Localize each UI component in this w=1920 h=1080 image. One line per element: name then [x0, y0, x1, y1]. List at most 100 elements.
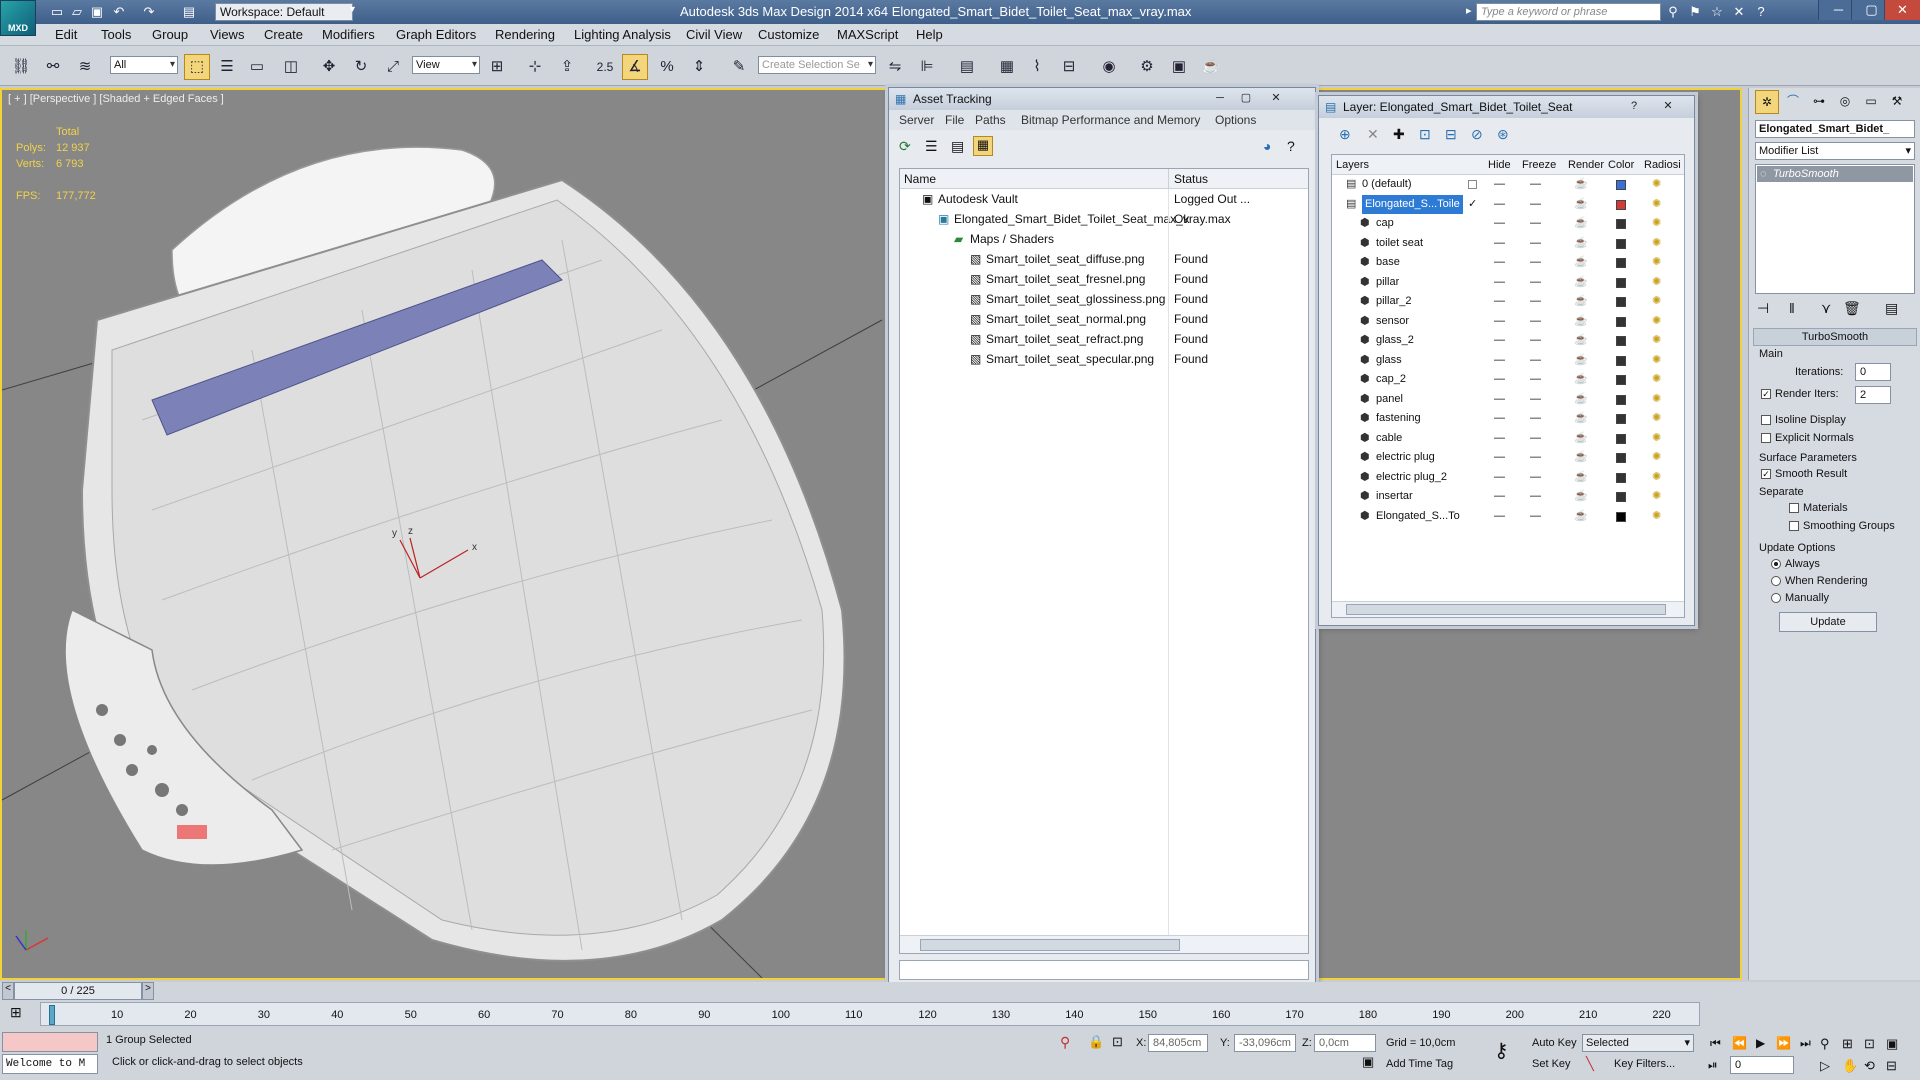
close-icon[interactable]: ✕	[1265, 90, 1287, 107]
reference-coordinate-dropdown[interactable]: View	[412, 56, 480, 74]
pan-view-icon[interactable]: ✋	[1842, 1058, 1858, 1074]
checkbox-icon[interactable]	[1789, 521, 1799, 532]
track-bar[interactable]: 10 20 30 40 50 60 70 80 90 100 110 120 130 140 150 160 1…	[40, 1002, 1700, 1026]
menu-lighting-analysis[interactable]: Lighting Analysis	[574, 27, 671, 42]
radiosity-icon[interactable]: ✺	[1652, 507, 1661, 526]
column-render[interactable]: Render	[1568, 159, 1604, 171]
save-file-icon[interactable]: ▣	[88, 3, 106, 21]
layer-name[interactable]: fastening	[1376, 409, 1421, 428]
radiosity-icon[interactable]: ✺	[1652, 292, 1661, 311]
turbosmooth-rollout-header[interactable]: TurboSmooth	[1753, 328, 1917, 346]
freeze-toggle[interactable]: —	[1530, 175, 1541, 194]
render-iters-checkbox[interactable]: ✓ Render Iters:	[1761, 388, 1839, 400]
menu-modifiers[interactable]: Modifiers	[322, 27, 375, 42]
render-teapot-icon[interactable]: ☕	[1574, 370, 1588, 389]
stack-item-turbosmooth[interactable]: ◌ TurboSmooth	[1757, 166, 1913, 182]
redo-icon[interactable]: ↷	[140, 3, 158, 21]
when-rendering-radio[interactable]: When Rendering	[1771, 575, 1868, 587]
key-mode-icon[interactable]: ⏯	[1708, 1058, 1718, 1073]
hide-toggle[interactable]: —	[1494, 175, 1505, 194]
column-divider[interactable]	[1168, 169, 1169, 189]
undo-icon[interactable]: ↶	[110, 3, 128, 21]
configure-sets-icon[interactable]: ▤	[1885, 300, 1898, 317]
hide-toggle[interactable]: —	[1494, 312, 1505, 331]
zoom-all-icon[interactable]: ⊞	[1842, 1036, 1853, 1052]
menu-graph-editors[interactable]: Graph Editors	[396, 27, 476, 42]
render-teapot-icon[interactable]: ☕	[1574, 448, 1588, 467]
remove-modifier-icon[interactable]: 🗑	[1843, 300, 1861, 317]
list-item[interactable]: ▧ Smart_toilet_seat_specular.png Found	[900, 349, 1308, 369]
maximize-viewport-icon[interactable]: ▣	[1886, 1036, 1898, 1052]
render-teapot-icon[interactable]: ☕	[1574, 214, 1588, 233]
isolate-selection-icon[interactable]: ⚲	[1060, 1034, 1070, 1051]
help-button[interactable]: ?	[1623, 98, 1645, 115]
layer-name[interactable]: cap_2	[1376, 370, 1406, 389]
move-icon[interactable]: ✥	[316, 54, 342, 80]
layer-name[interactable]: pillar_2	[1376, 292, 1411, 311]
display-tab-icon[interactable]: ▭	[1859, 90, 1883, 114]
menu-maxscript[interactable]: MAXScript	[837, 27, 898, 42]
render-teapot-icon[interactable]: ☕	[1574, 351, 1588, 370]
layer-color-swatch[interactable]	[1616, 472, 1626, 483]
help-icon[interactable]: ?	[1752, 3, 1770, 21]
layer-row[interactable]: ⬢ sensor — — ☕ ✺	[1332, 312, 1684, 331]
orbit-icon[interactable]: ⟲	[1864, 1058, 1875, 1074]
hide-toggle[interactable]: —	[1494, 253, 1505, 272]
layer-row[interactable]: ⬢ pillar_2 — — ☕ ✺	[1332, 292, 1684, 311]
radiosity-icon[interactable]: ✺	[1652, 234, 1661, 253]
menu-tools[interactable]: Tools	[101, 27, 131, 42]
radiosity-icon[interactable]: ✺	[1652, 429, 1661, 448]
column-color[interactable]: Color	[1608, 159, 1634, 171]
hide-toggle[interactable]: —	[1494, 507, 1505, 526]
current-layer-checkbox[interactable]	[1468, 180, 1477, 189]
layer-row[interactable]: ⬢ electric plug_2 — — ☕ ✺	[1332, 468, 1684, 487]
scrollbar-thumb[interactable]	[1346, 604, 1666, 615]
hide-toggle[interactable]: —	[1494, 292, 1505, 311]
render-production-icon[interactable]: ☕	[1198, 54, 1224, 80]
checkbox-icon[interactable]	[1761, 433, 1771, 444]
maximize-toggle-icon[interactable]: ⊟	[1886, 1058, 1897, 1074]
layer-color-swatch[interactable]	[1616, 277, 1626, 288]
rectangular-selection-icon[interactable]: ▭	[244, 54, 270, 80]
current-frame-marker[interactable]	[49, 1005, 55, 1025]
freeze-toggle[interactable]: —	[1530, 487, 1541, 506]
layer-color-swatch[interactable]	[1616, 394, 1626, 405]
radiosity-icon[interactable]: ✺	[1652, 370, 1661, 389]
time-slider[interactable]: 0 / 225	[14, 982, 142, 1000]
update-button[interactable]: Update	[1779, 612, 1877, 632]
chevron-down-icon[interactable]: ▾	[350, 4, 355, 15]
scale-icon[interactable]: ⤢	[380, 54, 406, 80]
list-item[interactable]: ▧ Smart_toilet_seat_normal.png Found	[900, 309, 1308, 329]
select-by-name-icon[interactable]: ☰	[214, 54, 240, 80]
horizontal-scrollbar[interactable]	[900, 935, 1308, 953]
layer-color-swatch[interactable]	[1616, 492, 1626, 502]
radiosity-icon[interactable]: ✺	[1652, 273, 1661, 292]
vault-icon[interactable]: ◕	[1263, 138, 1271, 154]
chevron-right-icon[interactable]: >	[142, 982, 154, 1000]
menu-group[interactable]: Group	[152, 27, 188, 42]
project-folder-icon[interactable]: ▤	[180, 3, 198, 21]
layer-name[interactable]: pillar	[1376, 273, 1399, 292]
list-item[interactable]: ▰ Maps / Shaders	[900, 229, 1308, 249]
column-layers[interactable]: Layers	[1336, 159, 1369, 171]
refresh-icon[interactable]: ⟳	[899, 138, 911, 155]
freeze-toggle[interactable]: —	[1530, 468, 1541, 487]
list-item[interactable]: ▧ Smart_toilet_seat_diffuse.png Found	[900, 249, 1308, 269]
layer-name[interactable]: glass	[1376, 351, 1402, 370]
zoom-icon[interactable]: ⚲	[1820, 1036, 1830, 1052]
layer-name[interactable]: base	[1376, 253, 1400, 272]
layer-row[interactable]: ⬢ base — — ☕ ✺	[1332, 253, 1684, 272]
maximize-icon[interactable]: ▢	[1235, 90, 1257, 107]
manually-radio[interactable]: Manually	[1771, 592, 1829, 604]
selection-filter-dropdown[interactable]: All	[110, 56, 178, 74]
chevron-left-icon[interactable]: <	[2, 982, 14, 1000]
layer-row[interactable]: ⬢ cap_2 — — ☕ ✺	[1332, 370, 1684, 389]
layer-row[interactable]: ⬢ glass_2 — — ☕ ✺	[1332, 331, 1684, 350]
list-item[interactable]: ▣ Elongated_Smart_Bidet_Toilet_Seat_max_v…	[900, 209, 1308, 229]
hide-toggle[interactable]: —	[1494, 429, 1505, 448]
menu-rendering[interactable]: Rendering	[495, 27, 555, 42]
layer-name[interactable]: electric plug_2	[1376, 468, 1447, 487]
key-filters-button[interactable]: Key Filters...	[1614, 1058, 1675, 1070]
edit-named-selection-icon[interactable]: ✎	[726, 54, 752, 80]
isoline-display-checkbox[interactable]: Isoline Display	[1761, 414, 1846, 426]
